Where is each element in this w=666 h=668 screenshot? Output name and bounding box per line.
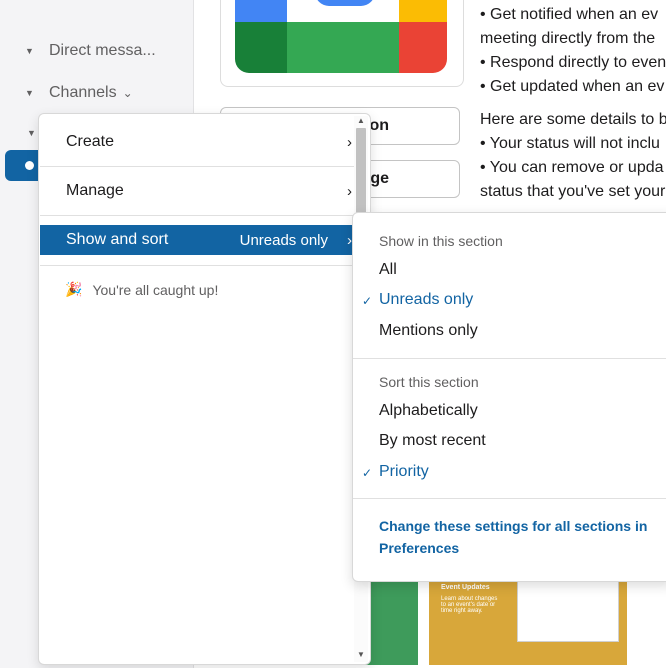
- menu-item-label: Manage: [66, 182, 124, 199]
- menu-divider: [40, 265, 355, 266]
- menu-item-show-and-sort[interactable]: Show and sort Unreads only ›: [40, 225, 352, 255]
- caught-up-message: 🎉 You're all caught up!: [65, 281, 218, 298]
- option-priority[interactable]: Priority: [379, 463, 429, 481]
- message-line: • Get notified when an ev: [480, 6, 659, 23]
- thumbnail-body: Learn about changes to an event's date o…: [441, 596, 498, 614]
- message-line: • You can remove or upda: [480, 159, 664, 176]
- caret-down-icon[interactable]: ▼: [27, 128, 36, 138]
- chevron-right-icon: ›: [347, 133, 352, 151]
- menu-divider: [40, 215, 355, 216]
- google-calendar-logo: [235, 0, 447, 73]
- message-line: Here are some details to b: [480, 111, 666, 128]
- message-line: meeting directly from the: [480, 30, 656, 47]
- scroll-up-icon[interactable]: ▲: [357, 116, 365, 125]
- message-line: • Respond directly to even: [480, 54, 666, 71]
- caret-down-icon: ▼: [25, 46, 34, 56]
- preferences-link[interactable]: Change these settings for all sections i…: [379, 515, 649, 559]
- caught-up-text: You're all caught up!: [92, 281, 219, 298]
- menu-item-label: Show and sort: [66, 231, 169, 248]
- status-dot-icon: [25, 161, 34, 170]
- show-and-sort-submenu: Show in this section All ✓ Unreads only …: [352, 212, 666, 582]
- submenu-divider: [353, 498, 666, 499]
- option-all[interactable]: All: [379, 261, 397, 279]
- section-context-menu: Create › Manage › Show and sort Unreads …: [38, 113, 371, 665]
- sidebar-section-direct-messages[interactable]: ▼ Direct messa...: [25, 39, 156, 63]
- message-line: • Your status will not inclu: [480, 135, 660, 152]
- message-line: • Get updated when an ev: [480, 78, 665, 95]
- option-unreads-only[interactable]: Unreads only: [379, 291, 473, 309]
- thumbnail-title: Event Updates: [441, 584, 490, 591]
- chevron-down-icon[interactable]: ⌄: [123, 86, 133, 100]
- menu-item-value: Unreads only: [239, 231, 328, 249]
- sidebar-section-label: Direct messa...: [49, 42, 156, 59]
- menu-item-create[interactable]: Create ›: [40, 127, 352, 157]
- sidebar-section-channels[interactable]: ▼ Channels ⌄: [25, 81, 133, 105]
- thumbnail-document: [517, 580, 619, 642]
- menu-item-manage[interactable]: Manage ›: [40, 176, 352, 206]
- menu-item-label: Create: [66, 133, 115, 150]
- submenu-divider: [353, 358, 666, 359]
- menu-divider: [40, 166, 355, 167]
- sidebar-section-label: Channels: [49, 84, 117, 101]
- checkmark-icon: ✓: [362, 294, 373, 308]
- message-line: status that you've set your: [480, 183, 666, 200]
- party-popper-icon: 🎉: [65, 281, 83, 297]
- option-mentions-only[interactable]: Mentions only: [379, 322, 478, 340]
- google-calendar-card: [220, 0, 464, 87]
- sort-section-header: Sort this section: [379, 374, 479, 390]
- option-alphabetically[interactable]: Alphabetically: [379, 402, 478, 420]
- chevron-right-icon: ›: [347, 182, 352, 200]
- checkmark-icon: ✓: [362, 466, 373, 480]
- option-by-most-recent[interactable]: By most recent: [379, 432, 486, 450]
- caret-down-icon: ▼: [25, 88, 34, 98]
- image-thumbnail[interactable]: Event Updates Learn about changes to an …: [429, 580, 627, 665]
- scroll-down-icon[interactable]: ▼: [357, 650, 365, 659]
- show-section-header: Show in this section: [379, 233, 503, 249]
- image-thumbnail[interactable]: [365, 580, 418, 665]
